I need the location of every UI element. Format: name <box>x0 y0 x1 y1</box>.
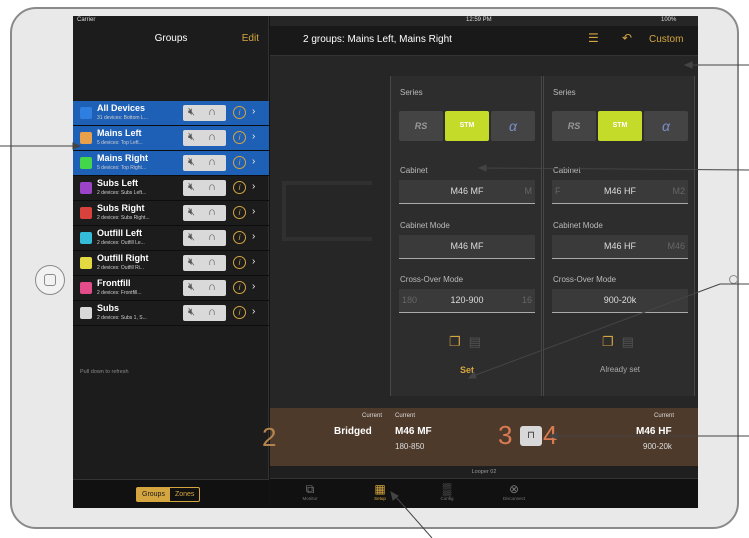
callout-arrow-custom <box>683 61 693 69</box>
callout-arrow-groups <box>72 142 82 150</box>
callout-line-set <box>472 283 721 377</box>
callout-arrow-bridge <box>548 432 558 440</box>
annotated-ipad-screenshot: Carrier Groups Edit All Devices 31 devic… <box>0 0 749 538</box>
callout-arrow-set <box>467 370 477 379</box>
callout-arrow-series <box>477 164 487 172</box>
callout-lines <box>0 61 749 538</box>
callout-line-series <box>483 167 749 171</box>
callout-line-setup-tab <box>394 495 433 538</box>
